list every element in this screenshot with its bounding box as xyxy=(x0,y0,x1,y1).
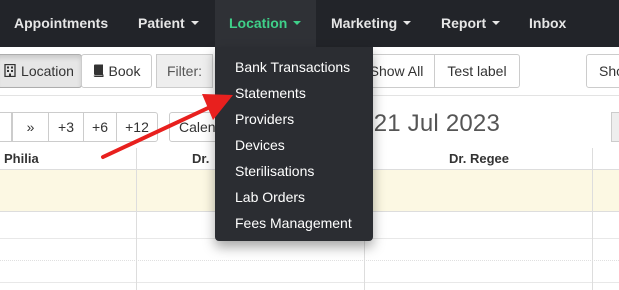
nav-location-label: Location xyxy=(229,15,288,31)
column-header: Dr. Regee xyxy=(365,148,593,170)
nav-marketing-label: Marketing xyxy=(331,15,398,31)
nav-appointments-label: Appointments xyxy=(14,15,109,31)
right-nav-partial[interactable] xyxy=(611,112,619,142)
location-dropdown-menu: Bank Transactions Statements Providers D… xyxy=(215,47,373,241)
menu-item-bank-transactions[interactable]: Bank Transactions xyxy=(215,54,373,80)
column-header xyxy=(593,148,619,170)
nav-marketing[interactable]: Marketing xyxy=(331,0,412,47)
nav-patient[interactable]: Patient xyxy=(138,0,199,47)
column-header: Philia xyxy=(0,148,137,170)
top-navbar: Appointments Patient Location Marketing … xyxy=(0,0,619,47)
show-button-partial[interactable]: Sho xyxy=(586,54,619,88)
forward-button[interactable]: » xyxy=(12,112,49,142)
column-header-label: Dr. Regee xyxy=(449,151,509,166)
nav-report-label: Report xyxy=(441,15,487,31)
menu-item-lab-orders[interactable]: Lab Orders xyxy=(215,184,373,210)
calendar-button[interactable]: Calen xyxy=(169,112,219,142)
column-divider xyxy=(136,148,137,290)
location-view-button[interactable]: Location xyxy=(0,54,82,88)
menu-item-devices[interactable]: Devices xyxy=(215,132,373,158)
column-header-label: Philia xyxy=(4,151,39,166)
test-label-text: Test label xyxy=(447,63,507,79)
plus6-label: +6 xyxy=(92,119,108,135)
menu-item-sterilisations[interactable]: Sterilisations xyxy=(215,158,373,184)
nav-location[interactable]: Location xyxy=(215,0,316,47)
column-header-label: Dr. xyxy=(192,151,210,166)
book-view-label: Book xyxy=(108,63,141,79)
book-icon xyxy=(93,64,104,78)
nav-report[interactable]: Report xyxy=(441,0,501,47)
menu-item-fees-management[interactable]: Fees Management xyxy=(215,210,373,236)
nav-patient-label: Patient xyxy=(138,15,185,31)
location-view-label: Location xyxy=(21,63,74,79)
nav-inbox-label: Inbox xyxy=(529,15,567,31)
book-view-button[interactable]: Book xyxy=(81,54,152,88)
filter-label-text: Filter: xyxy=(167,63,202,79)
plus12-label: +12 xyxy=(125,119,149,135)
plus3-button[interactable]: +3 xyxy=(48,112,84,142)
nav-appointments[interactable]: Appointments xyxy=(14,0,108,47)
plus12-button[interactable]: +12 xyxy=(116,112,158,142)
menu-item-statements[interactable]: Statements xyxy=(215,80,373,106)
show-all-label: Show All xyxy=(369,63,424,79)
column-divider xyxy=(592,148,593,290)
filter-label: Filter: xyxy=(156,54,213,88)
chevron-down-icon xyxy=(403,21,412,26)
building-icon xyxy=(4,64,16,78)
plus3-label: +3 xyxy=(58,119,74,135)
plus6-button[interactable]: +6 xyxy=(83,112,117,142)
chevron-down-icon xyxy=(190,21,199,26)
test-label-button[interactable]: Test label xyxy=(434,54,520,88)
calendar-label: Calen xyxy=(179,119,216,135)
chevron-down-icon xyxy=(293,21,302,26)
date-nav-previous-partial[interactable] xyxy=(0,112,12,142)
double-chevron-right-icon: » xyxy=(26,119,35,135)
time-slot-line xyxy=(0,282,619,283)
chevron-down-icon xyxy=(492,21,501,26)
time-slot-line xyxy=(0,260,619,261)
nav-inbox[interactable]: Inbox xyxy=(529,0,566,47)
show-button-partial-label: Sho xyxy=(599,63,619,79)
menu-item-providers[interactable]: Providers xyxy=(215,106,373,132)
